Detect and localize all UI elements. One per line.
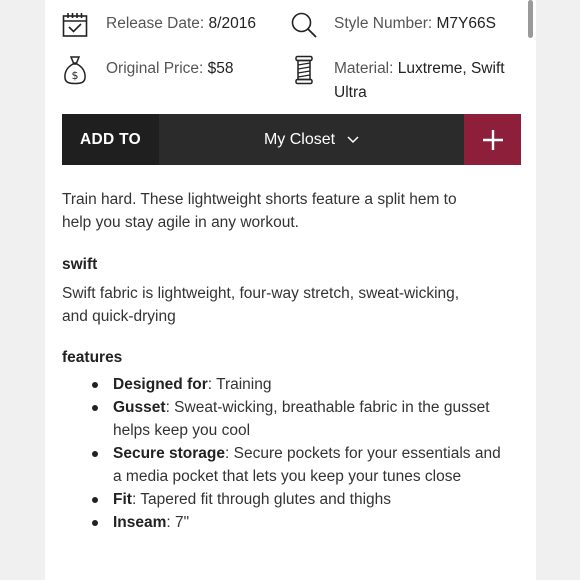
release-date-value: 8/2016 <box>208 15 256 32</box>
original-price-label: Original Price: <box>106 60 204 77</box>
list-item: Designed for: Training <box>62 373 532 396</box>
feature-label: Gusset <box>113 399 166 416</box>
chevron-down-icon <box>347 135 359 143</box>
calendar-icon <box>62 13 88 37</box>
bullet <box>92 497 98 503</box>
features-heading: features <box>62 349 123 366</box>
list-item: Fit: Tapered fit through glutes and thig… <box>62 488 532 511</box>
material-value-line2: Ultra <box>334 84 367 101</box>
original-price-value: $58 <box>207 60 234 77</box>
list-item: Secure storage: Secure pockets for your … <box>62 442 532 488</box>
feature-text-cont: a media pocket that lets you keep your t… <box>113 468 462 485</box>
features-list: Designed for: Training Gusset: Sweat-wic… <box>62 373 532 534</box>
feature-text: : 7" <box>166 514 190 531</box>
style-number: Style Number: M7Y66S <box>334 12 496 36</box>
original-price: Original Price: $58 <box>106 57 234 81</box>
style-number-label: Style Number: <box>334 15 433 32</box>
feature-text: : Tapered fit through glutes and thighs <box>131 491 392 508</box>
bullet <box>92 451 98 457</box>
bullet <box>92 520 98 526</box>
swift-line2: and quick-drying <box>62 308 176 325</box>
material-label: Material: <box>334 60 394 77</box>
release-date-label: Release Date: <box>106 15 205 32</box>
description-line2: help you stay agile in any workout. <box>62 214 299 231</box>
material-value-line1: Luxtreme, Swift <box>397 60 505 77</box>
swift-heading: swift <box>62 256 98 273</box>
product-description: Train hard. These lightweight shorts fea… <box>62 188 532 534</box>
bullet <box>92 405 98 411</box>
add-to-label: ADD TO <box>62 114 159 165</box>
svg-text:$: $ <box>72 69 79 82</box>
description-line1: Train hard. These lightweight shorts fea… <box>62 191 457 208</box>
scrollbar-thumb[interactable] <box>528 0 533 38</box>
feature-text: : Training <box>207 376 272 393</box>
style-number-value: M7Y66S <box>436 15 496 32</box>
feature-label: Fit <box>113 491 132 508</box>
swift-text: Swift fabric is lightweight, four-way st… <box>62 282 532 328</box>
closet-select[interactable]: My Closet <box>159 114 464 165</box>
money-bag-icon: $ <box>64 56 86 85</box>
thread-spool-icon <box>295 55 313 85</box>
list-item: Gusset: Sweat-wicking, breathable fabric… <box>62 396 532 442</box>
feature-text: : Secure pockets for your essentials and <box>225 445 501 462</box>
feature-text: : Sweat-wicking, breathable fabric in th… <box>165 399 490 416</box>
add-to-closet-bar: ADD TO My Closet <box>62 114 521 165</box>
add-button[interactable] <box>464 114 521 165</box>
closet-select-value: My Closet <box>263 130 336 148</box>
material: Material: Luxtreme, Swift Ultra <box>334 57 505 105</box>
plus-icon <box>482 129 503 150</box>
feature-label: Designed for <box>113 376 208 393</box>
feature-text-cont: helps keep you cool <box>113 422 251 439</box>
feature-label: Inseam <box>113 514 167 531</box>
feature-label: Secure storage <box>113 445 225 462</box>
swift-line1: Swift fabric is lightweight, four-way st… <box>62 285 460 302</box>
magnifier-icon <box>291 12 317 38</box>
list-item: Inseam: 7" <box>62 511 532 534</box>
description-text: Train hard. These lightweight shorts fea… <box>62 188 532 234</box>
bullet <box>92 382 98 388</box>
release-date: Release Date: 8/2016 <box>106 12 256 36</box>
